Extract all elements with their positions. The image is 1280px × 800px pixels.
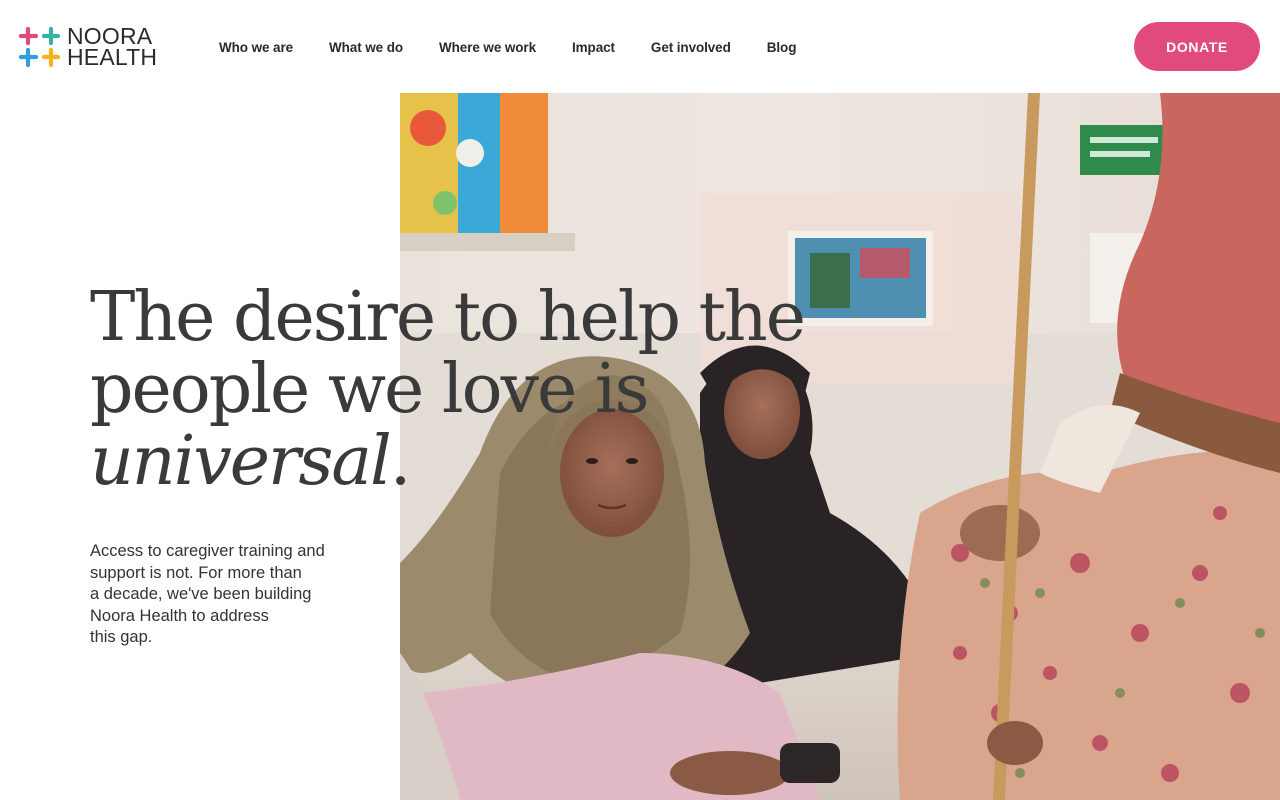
nav-who-we-are[interactable]: Who we are [219, 40, 293, 55]
headline-line-1: The desire to help the [90, 278, 806, 357]
nav-impact[interactable]: Impact [572, 40, 615, 55]
donate-button[interactable]: DONATE [1134, 22, 1260, 71]
main-nav: Who we are What we do Where we work Impa… [219, 37, 796, 57]
headline-period: . [389, 422, 412, 501]
nav-what-we-do[interactable]: What we do [329, 40, 403, 55]
intro-line-4: Noora Health to address [90, 606, 269, 625]
intro-line-1: Access to caregiver training and [90, 542, 325, 560]
headline-italic-word: universal [90, 422, 392, 501]
noora-health-logo[interactable]: NOORA HEALTH [18, 24, 157, 70]
headline-line-2: people we love is [90, 350, 650, 429]
plus-cluster-logo-icon [18, 26, 61, 68]
hero-headline: The desire to help the people we love is… [90, 282, 850, 498]
nav-where-we-work[interactable]: Where we work [439, 40, 536, 55]
intro-line-3: a decade, we've been building [90, 585, 312, 603]
intro-line-2: support is not. For more than [90, 563, 302, 582]
headline-line-3: universal. [90, 426, 850, 498]
hero-intro-text: Access to caregiver training and support… [90, 541, 380, 649]
logo-wordmark: NOORA HEALTH [67, 25, 158, 70]
logo-line-2: HEALTH [67, 44, 158, 70]
site-header: NOORA HEALTH Who we are What we do Where… [0, 0, 1280, 93]
nav-blog[interactable]: Blog [767, 40, 797, 55]
intro-line-5: this gap. [90, 628, 153, 646]
nav-get-involved[interactable]: Get involved [651, 40, 731, 55]
